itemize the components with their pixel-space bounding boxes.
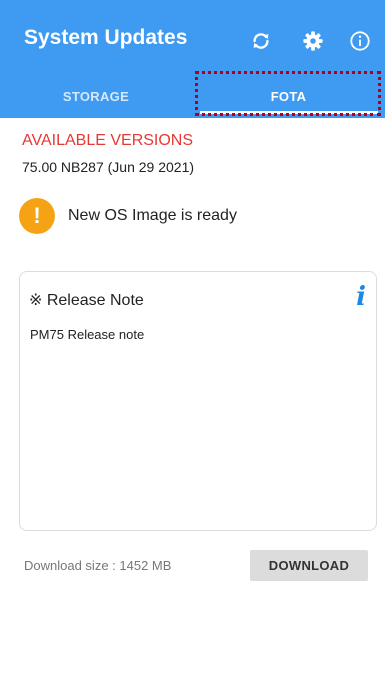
app-bar: System Updates STORAGE FOTA [0, 0, 385, 118]
download-size-text: Download size : 1452 MB [24, 558, 172, 573]
warning-icon: ! [19, 198, 55, 234]
app-title: System Updates [24, 26, 188, 49]
tab-storage[interactable]: STORAGE [0, 78, 192, 114]
refresh-icon[interactable] [246, 26, 276, 56]
gear-icon[interactable] [298, 26, 328, 56]
release-note-card: ※ Release Note i PM75 Release note [19, 271, 377, 531]
info-icon[interactable] [345, 26, 375, 56]
release-note-title: ※ Release Note [29, 292, 144, 309]
release-note-text: PM75 Release note [30, 327, 145, 342]
download-button[interactable]: DOWNLOAD [250, 550, 368, 581]
version-text: 75.00 NB287 (Jun 29 2021) [22, 159, 195, 175]
available-versions-heading: AVAILABLE VERSIONS [22, 132, 194, 149]
status-text: New OS Image is ready [68, 207, 237, 224]
fota-highlight-box [195, 71, 381, 116]
release-note-info-icon[interactable]: i [356, 282, 366, 312]
